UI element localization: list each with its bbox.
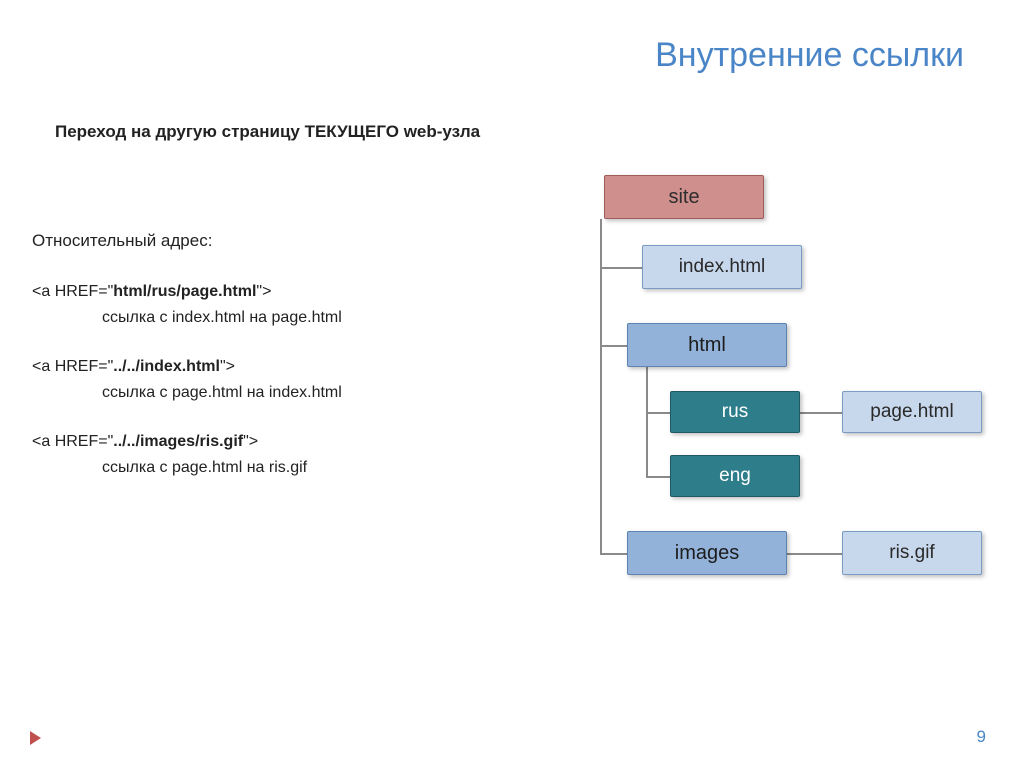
slide-title: Внутренние ссылки: [655, 36, 964, 75]
bullet-marker-icon: [30, 731, 41, 745]
slide: Внутренние ссылки Переход на другую стра…: [0, 0, 1024, 767]
node-site: site: [604, 175, 764, 219]
example-1-code: <a HREF="html/rus/page.html">: [32, 281, 502, 303]
example-1-desc: ссылка с index.html на page.html: [32, 307, 502, 329]
connector: [646, 476, 670, 478]
connector: [646, 412, 670, 414]
slide-subtitle: Переход на другую страницу ТЕКУЩЕГО web-…: [55, 122, 480, 142]
node-eng: eng: [670, 455, 800, 497]
node-html: html: [627, 323, 787, 367]
connector: [600, 267, 642, 269]
code-prefix: <a HREF=": [32, 283, 113, 300]
connector: [646, 367, 648, 477]
code-path: html/rus/page.html: [113, 283, 256, 300]
relative-address-label: Относительный адрес:: [32, 230, 502, 253]
connector: [787, 553, 842, 555]
code-suffix: ">: [220, 358, 235, 375]
example-3: <a HREF="../../images/ris.gif"> ссылка с…: [32, 431, 502, 478]
example-1: <a HREF="html/rus/page.html"> ссылка с i…: [32, 281, 502, 328]
node-images: images: [627, 531, 787, 575]
example-2-desc: ссылка с page.html на index.html: [32, 382, 502, 404]
connector: [800, 412, 842, 414]
code-prefix: <a HREF=": [32, 358, 113, 375]
code-suffix: ">: [256, 283, 271, 300]
site-tree-diagram: site index.html html rus eng images page…: [520, 175, 990, 615]
connector: [600, 345, 627, 347]
node-page: page.html: [842, 391, 982, 433]
example-2: <a HREF="../../index.html"> ссылка с pag…: [32, 356, 502, 403]
node-rus: rus: [670, 391, 800, 433]
example-3-desc: ссылка с page.html на ris.gif: [32, 457, 502, 479]
code-path: ../../index.html: [113, 358, 220, 375]
connector: [600, 553, 627, 555]
example-2-code: <a HREF="../../index.html">: [32, 356, 502, 378]
example-3-code: <a HREF="../../images/ris.gif">: [32, 431, 502, 453]
page-number: 9: [977, 727, 986, 747]
code-path: ../../images/ris.gif: [113, 433, 243, 450]
node-index: index.html: [642, 245, 802, 289]
connector: [600, 219, 602, 553]
code-prefix: <a HREF=": [32, 433, 113, 450]
left-column: Относительный адрес: <a HREF="html/rus/p…: [32, 230, 502, 507]
node-ris: ris.gif: [842, 531, 982, 575]
code-suffix: ">: [243, 433, 258, 450]
